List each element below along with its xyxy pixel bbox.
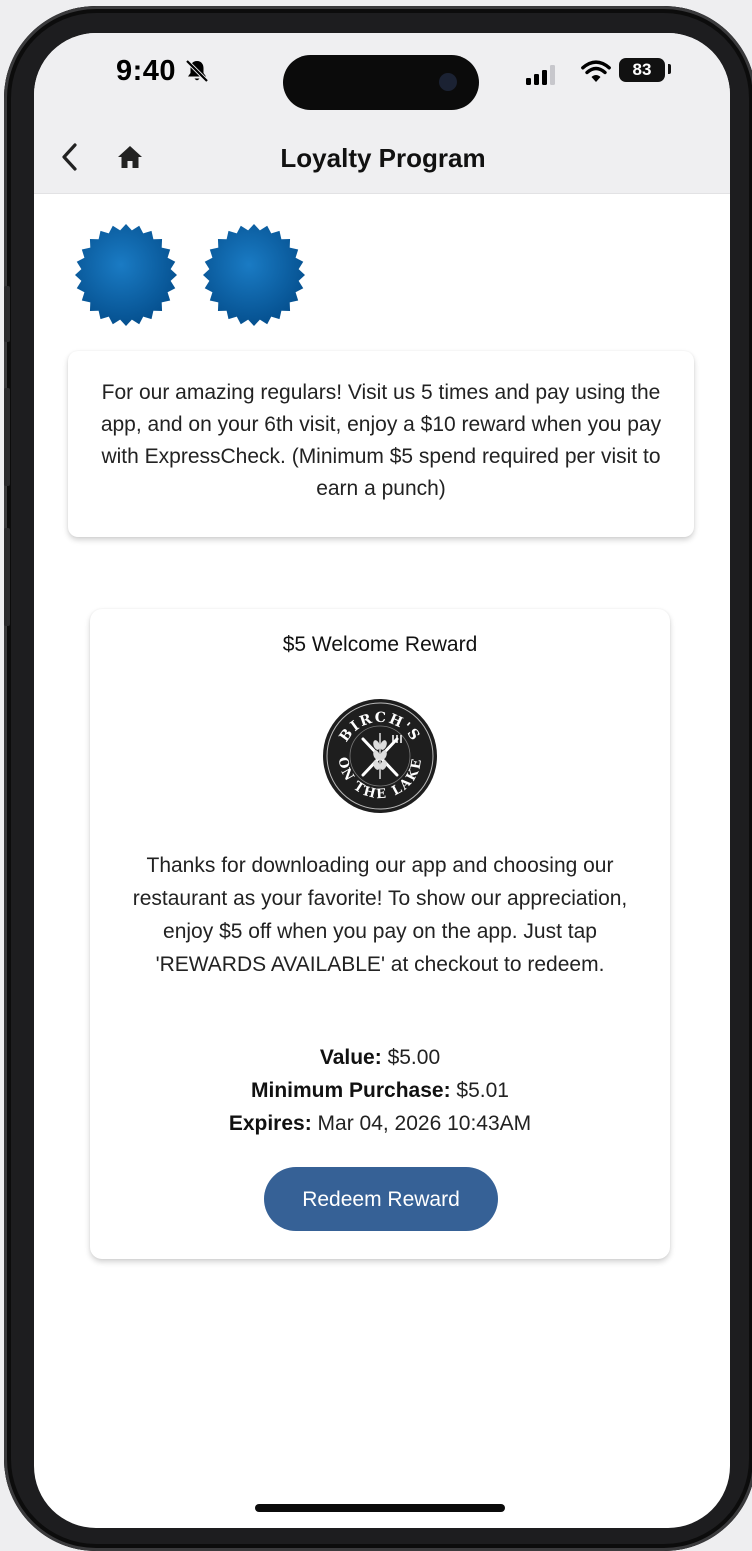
dynamic-island bbox=[283, 55, 479, 110]
page-title: Loyalty Program bbox=[280, 143, 486, 173]
camera-icon bbox=[439, 73, 457, 91]
punch-card-text: For our amazing regulars! Visit us 5 tim… bbox=[100, 381, 662, 500]
navigation-bar: Loyalty Program bbox=[34, 123, 730, 194]
reward-description: Thanks for downloading our app and choos… bbox=[132, 854, 628, 976]
expires-row: Expires: Mar 04, 2026 10:43AM bbox=[90, 1107, 670, 1140]
min-purchase-amount: $5.01 bbox=[456, 1079, 509, 1102]
wifi-icon bbox=[581, 60, 611, 82]
mute-switch bbox=[4, 286, 10, 342]
signal-icon bbox=[526, 65, 555, 85]
home-indicator[interactable] bbox=[255, 1504, 505, 1512]
expires-label: Expires: bbox=[228, 1112, 312, 1135]
min-purchase-row: Minimum Purchase: $5.01 bbox=[90, 1074, 670, 1107]
punch-stamp-1 bbox=[75, 224, 177, 326]
reward-details: Value: $5.00 Minimum Purchase: $5.01 Exp… bbox=[90, 1041, 670, 1140]
punch-card-description: For our amazing regulars! Visit us 5 tim… bbox=[68, 351, 694, 537]
reward-card: $5 Welcome Reward BIRCH'S ON THE LAKE Th… bbox=[90, 609, 670, 1259]
status-time: 9:40 bbox=[116, 55, 177, 87]
bell-slash-icon bbox=[185, 59, 209, 83]
min-purchase-label: Minimum Purchase: bbox=[251, 1079, 451, 1102]
battery-icon: 83 bbox=[619, 58, 665, 82]
value-amount: $5.00 bbox=[387, 1046, 441, 1069]
reward-title: $5 Welcome Reward bbox=[282, 633, 478, 656]
expires-date: Mar 04, 2026 10:43AM bbox=[317, 1112, 532, 1135]
value-label: Value: bbox=[319, 1046, 382, 1069]
restaurant-logo: BIRCH'S ON THE LAKE bbox=[323, 699, 437, 813]
screen: 9:40 83 Loyalty Program For our amazing … bbox=[34, 33, 730, 1528]
redeem-reward-button[interactable]: Redeem Reward bbox=[264, 1167, 498, 1231]
punch-stamp-2 bbox=[203, 224, 305, 326]
volume-up-button bbox=[4, 388, 10, 486]
status-bar: 9:40 83 bbox=[34, 33, 730, 123]
reward-value-row: Value: $5.00 bbox=[90, 1041, 670, 1074]
battery-tip bbox=[668, 64, 671, 74]
volume-down-button bbox=[4, 528, 10, 626]
